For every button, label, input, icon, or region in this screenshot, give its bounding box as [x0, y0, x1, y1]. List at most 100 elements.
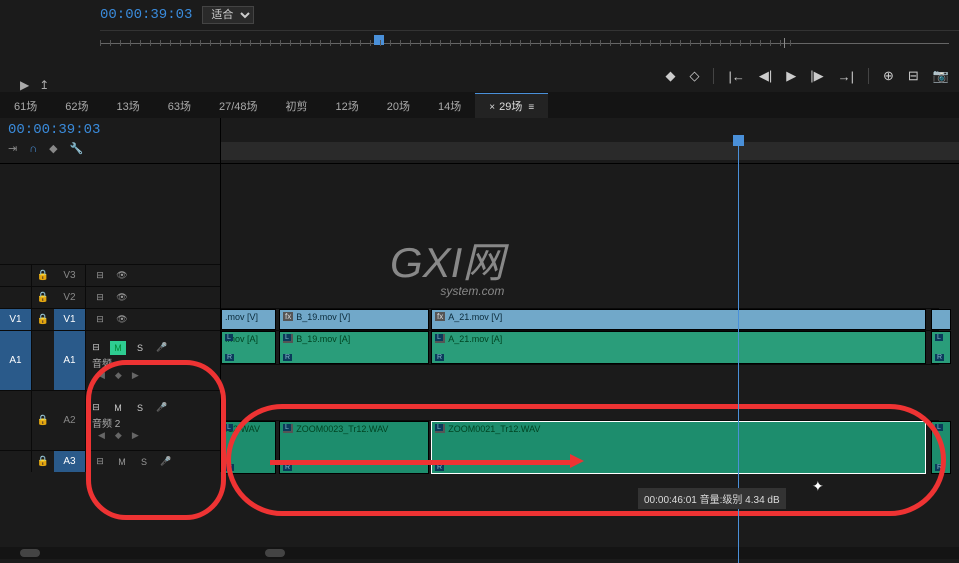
- h-scrollbar[interactable]: [0, 547, 959, 559]
- source-playhead[interactable]: [374, 35, 384, 45]
- keyframe-next-icon[interactable]: ▶: [132, 430, 139, 441]
- clip-label: B_19.mov [V]: [296, 312, 350, 322]
- clip[interactable]: [931, 309, 951, 330]
- keyframe-prev-icon[interactable]: ◀: [98, 370, 105, 381]
- source-scrubber[interactable]: [100, 30, 959, 60]
- track-target[interactable]: V3: [54, 265, 86, 286]
- clip[interactable]: .mov [V]: [221, 309, 276, 330]
- channel-l: L: [283, 334, 291, 341]
- clip[interactable]: fxA_21.mov [A]LR: [431, 331, 926, 364]
- track-toggle-M[interactable]: M: [114, 455, 130, 469]
- tab-label: 27/48场: [219, 101, 258, 113]
- tab-初剪[interactable]: 初剪: [272, 94, 322, 118]
- tab-20场[interactable]: 20场: [373, 94, 424, 118]
- wrench-icon[interactable]: 🔧: [70, 142, 84, 155]
- track-toggle-mic-icon[interactable]: 🎤: [158, 455, 174, 469]
- fit-select[interactable]: 适合: [202, 6, 254, 24]
- source-patch[interactable]: V1: [0, 309, 32, 330]
- track-toggle-cam-icon[interactable]: ⊟: [92, 291, 108, 305]
- track-toggle-mic-icon[interactable]: 🎤: [154, 401, 170, 415]
- source-patch[interactable]: A1: [0, 331, 32, 390]
- tab-29场[interactable]: ×29场≡: [475, 93, 548, 118]
- source-timecode: 00:00:39:03: [100, 7, 192, 23]
- tab-62场[interactable]: 62场: [51, 94, 102, 118]
- tab-menu-icon[interactable]: ≡: [528, 102, 534, 113]
- export-icon[interactable]: ↥: [39, 78, 49, 92]
- keyframe-next-icon[interactable]: ▶: [132, 370, 139, 381]
- insert-icon[interactable]: ⊕: [883, 68, 894, 84]
- volume-tooltip: 00:00:46:01 音量:级别 4.34 dB: [638, 488, 786, 509]
- track-toggle-cam-icon[interactable]: ⊟: [88, 341, 104, 355]
- keyframe-add-icon[interactable]: ◆: [115, 430, 122, 441]
- track-toggle-S[interactable]: S: [136, 455, 152, 469]
- keyframe-prev-icon[interactable]: ◀: [98, 430, 105, 441]
- source-patch[interactable]: [0, 391, 32, 450]
- play-around-icon[interactable]: ▶: [20, 78, 29, 92]
- clip[interactable]: LR: [931, 421, 951, 474]
- source-patch[interactable]: [0, 287, 32, 308]
- clip[interactable]: fxZOOM0021_Tr12.WAVLR: [431, 421, 926, 474]
- lock-icon[interactable]: 🔒: [32, 314, 54, 325]
- lock-icon[interactable]: 🔒: [32, 292, 54, 303]
- snap-icon[interactable]: ⇥: [8, 142, 17, 155]
- mark-in-icon[interactable]: ◆: [665, 68, 675, 84]
- source-patch[interactable]: [0, 265, 32, 286]
- track-target[interactable]: A2: [54, 391, 86, 450]
- lock-icon[interactable]: 🔒: [32, 270, 54, 281]
- track-toggle-M[interactable]: M: [110, 341, 126, 355]
- track-toggle-cam-icon[interactable]: ⊟: [92, 269, 108, 283]
- step-fwd-icon[interactable]: |▶: [810, 68, 823, 84]
- step-back-icon[interactable]: ◀|: [759, 68, 772, 84]
- lock-icon[interactable]: 🔒: [32, 415, 54, 426]
- play-icon[interactable]: ▶: [786, 68, 796, 84]
- track-toggle-eye-icon[interactable]: 👁: [114, 291, 130, 305]
- linked-sel-icon[interactable]: ∩: [29, 143, 37, 155]
- track-toggle-cam-icon[interactable]: ⊟: [88, 401, 104, 415]
- track-toggle-eye-icon[interactable]: 👁: [114, 313, 130, 327]
- timeline-ruler[interactable]: [220, 118, 959, 163]
- track-toggle-M[interactable]: M: [110, 401, 126, 415]
- overwrite-icon[interactable]: ⊟: [908, 68, 919, 84]
- clip[interactable]: .mov [A]LR: [221, 331, 276, 364]
- close-icon[interactable]: ×: [489, 102, 495, 113]
- clip[interactable]: r12.WAVLR: [221, 421, 276, 474]
- marker-add-icon[interactable]: ◆: [49, 142, 57, 155]
- tab-label: 初剪: [286, 101, 308, 113]
- clip[interactable]: fxB_19.mov [A]LR: [279, 331, 429, 364]
- clip[interactable]: fxB_19.mov [V]: [279, 309, 429, 330]
- lock-icon[interactable]: 🔒: [32, 456, 54, 467]
- goto-in-icon[interactable]: |←: [728, 69, 744, 84]
- tab-label: 13场: [117, 101, 140, 113]
- clip[interactable]: fxZOOM0023_Tr12.WAVLR: [279, 421, 429, 474]
- track-toggle-eye-icon[interactable]: 👁: [114, 269, 130, 283]
- tab-12场[interactable]: 12场: [322, 94, 373, 118]
- track-toggle-cam-icon[interactable]: ⊟: [92, 455, 108, 469]
- track-toggle-mic-icon[interactable]: 🎤: [154, 341, 170, 355]
- track-toggle-S[interactable]: S: [132, 341, 148, 355]
- source-patch[interactable]: [0, 451, 32, 472]
- track-target[interactable]: A1: [54, 331, 86, 390]
- tab-13场[interactable]: 13场: [103, 94, 154, 118]
- tab-27/48场[interactable]: 27/48场: [205, 94, 272, 118]
- track-toggle-cam-icon[interactable]: ⊟: [92, 313, 108, 327]
- track-target[interactable]: V2: [54, 287, 86, 308]
- clip[interactable]: fxA_21.mov [V]: [431, 309, 926, 330]
- channel-l: L: [283, 424, 291, 431]
- keyframe-add-icon[interactable]: ◆: [115, 370, 122, 381]
- tab-14场[interactable]: 14场: [424, 94, 475, 118]
- tab-61场[interactable]: 61场: [0, 94, 51, 118]
- channel-r: R: [435, 464, 444, 471]
- track-toggle-S[interactable]: S: [132, 401, 148, 415]
- mark-out-icon[interactable]: ◇: [689, 68, 699, 84]
- tab-63场[interactable]: 63场: [154, 94, 205, 118]
- export-frame-icon[interactable]: 📷: [933, 68, 949, 84]
- playhead-handle[interactable]: [733, 135, 744, 146]
- fx-badge[interactable]: fx: [435, 312, 445, 321]
- track-target[interactable]: V1: [54, 309, 86, 330]
- clip[interactable]: LR: [931, 331, 951, 364]
- goto-out-icon[interactable]: →|: [838, 69, 854, 84]
- fx-badge[interactable]: fx: [283, 312, 293, 321]
- channel-r: R: [435, 354, 444, 361]
- timeline-timecode[interactable]: 00:00:39:03: [8, 122, 212, 138]
- track-target[interactable]: A3: [54, 451, 86, 472]
